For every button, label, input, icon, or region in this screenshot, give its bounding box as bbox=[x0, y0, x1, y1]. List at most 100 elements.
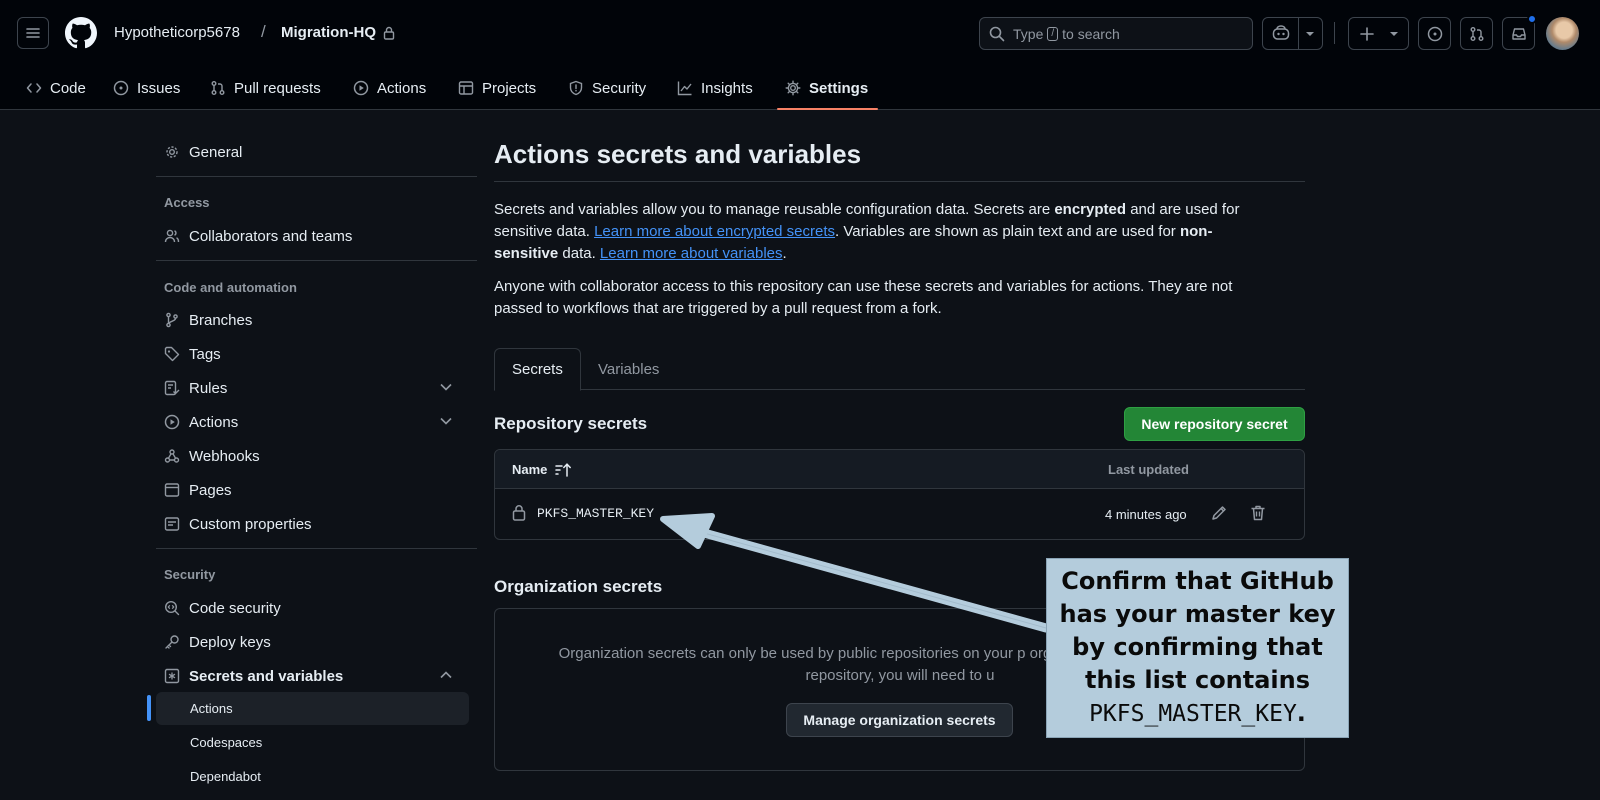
tab-actions[interactable]: Actions bbox=[353, 66, 426, 110]
tab-actions-label: Actions bbox=[377, 79, 427, 97]
tab-secrets[interactable]: Secrets bbox=[494, 348, 581, 391]
sidebar-item-custom-properties[interactable]: Custom properties bbox=[164, 510, 470, 538]
tab-code[interactable]: Code bbox=[26, 66, 86, 110]
table-icon bbox=[458, 81, 474, 95]
chevron-down-icon[interactable] bbox=[440, 383, 452, 391]
repo-link[interactable]: Migration-HQ bbox=[281, 24, 376, 41]
title-divider bbox=[494, 181, 1305, 182]
tab-projects[interactable]: Projects bbox=[458, 66, 536, 110]
note-icon bbox=[164, 517, 180, 531]
trash-icon[interactable] bbox=[1249, 504, 1267, 522]
menu-button[interactable] bbox=[17, 17, 49, 49]
sidebar-item-code-security[interactable]: Code security bbox=[164, 594, 470, 622]
tab-insights[interactable]: Insights bbox=[677, 66, 753, 110]
tag-icon bbox=[164, 346, 180, 362]
sidebar-item-label: Collaborators and teams bbox=[189, 227, 353, 245]
sidebar-subitem-codespaces[interactable]: Codespaces bbox=[156, 726, 469, 759]
sidebar-item-branches[interactable]: Branches bbox=[164, 306, 470, 334]
shield-icon bbox=[569, 80, 583, 96]
people-icon bbox=[164, 229, 180, 243]
gear-icon bbox=[166, 146, 178, 158]
secret-updated-time: 4 minutes ago bbox=[1105, 507, 1187, 522]
sidebar-item-general[interactable]: General bbox=[164, 138, 470, 166]
branch-icon bbox=[166, 312, 178, 328]
sidebar-item-label: Webhooks bbox=[189, 447, 260, 465]
sidebar-item-pages[interactable]: Pages bbox=[164, 476, 470, 504]
webhook-icon bbox=[164, 449, 180, 463]
name-column-header[interactable]: Name bbox=[512, 462, 573, 477]
github-logo-icon[interactable] bbox=[65, 17, 97, 49]
sidebar-item-label: Tags bbox=[189, 345, 221, 363]
graph-icon bbox=[677, 81, 692, 96]
sidebar-item-label: Custom properties bbox=[189, 515, 312, 533]
tab-pull-requests[interactable]: Pull requests bbox=[210, 66, 321, 110]
page-title: Actions secrets and variables bbox=[494, 139, 862, 169]
inbox-icon bbox=[1511, 27, 1526, 40]
tab-security[interactable]: Security bbox=[568, 66, 646, 110]
sidebar-item-webhooks[interactable]: Webhooks bbox=[164, 442, 470, 470]
new-repository-secret-button[interactable]: New repository secret bbox=[1124, 407, 1305, 441]
learn-secrets-link[interactable]: Learn more about encrypted secrets bbox=[594, 223, 835, 240]
search-placeholder-pre: Type bbox=[1013, 26, 1044, 42]
learn-variables-link[interactable]: Learn more about variables bbox=[600, 245, 783, 262]
sidebar-item-deploy-keys[interactable]: Deploy keys bbox=[164, 628, 470, 656]
sidebar-item-secrets-and-variables[interactable]: Secrets and variables bbox=[164, 662, 470, 690]
key-icon bbox=[165, 635, 179, 649]
pull-requests-shortcut-button[interactable] bbox=[1460, 17, 1493, 50]
access-note: Anyone with collaborator access to this … bbox=[494, 278, 1233, 317]
sidebar-divider bbox=[156, 260, 477, 261]
code-icon bbox=[26, 83, 42, 93]
chevron-down-icon[interactable] bbox=[440, 417, 452, 425]
chevron-down-icon[interactable] bbox=[1305, 31, 1315, 37]
private-lock-icon bbox=[383, 26, 395, 40]
owner-link[interactable]: Hypotheticorp5678 bbox=[114, 24, 240, 41]
tab-settings-label: Settings bbox=[809, 79, 869, 97]
tab-projects-label: Projects bbox=[482, 79, 537, 97]
intro-text: Secrets and variables allow you to manag… bbox=[494, 201, 1055, 218]
pencil-icon[interactable] bbox=[1210, 504, 1228, 522]
create-new-button[interactable] bbox=[1348, 17, 1409, 50]
chevron-up-icon[interactable] bbox=[440, 671, 452, 679]
search-shortcut-key: / bbox=[1047, 27, 1059, 41]
path-separator: / bbox=[261, 22, 266, 41]
search-input[interactable]: Type / to search bbox=[979, 17, 1253, 50]
header-divider bbox=[1334, 22, 1335, 44]
sidebar-item-label: Code security bbox=[189, 599, 281, 617]
top-bar: Hypotheticorp5678 / Migration-HQ Type / … bbox=[0, 0, 1600, 66]
sidebar-subitem-dependabot[interactable]: Dependabot bbox=[156, 760, 469, 793]
sidebar-item-collaborators[interactable]: Collaborators and teams bbox=[164, 222, 470, 250]
sidebar-item-actions[interactable]: Actions bbox=[164, 408, 470, 436]
last-updated-column-header: Last updated bbox=[1108, 462, 1189, 477]
copilot-icon bbox=[1272, 25, 1290, 41]
sidebar-item-tags[interactable]: Tags bbox=[164, 340, 470, 368]
sidebar-divider bbox=[156, 548, 477, 549]
codescan-icon bbox=[164, 600, 180, 616]
tab-issues[interactable]: Issues bbox=[113, 66, 180, 110]
search-icon bbox=[989, 26, 1005, 42]
search-placeholder-post: to search bbox=[1062, 26, 1120, 42]
annotation-period: . bbox=[1296, 699, 1306, 727]
sidebar-item-label: Pages bbox=[189, 481, 232, 499]
issue-icon bbox=[1427, 26, 1442, 41]
annotation-code: PKFS_MASTER_KEY bbox=[1089, 701, 1297, 727]
sidebar-divider bbox=[156, 176, 477, 177]
sidebar-item-rules[interactable]: Rules bbox=[164, 374, 470, 402]
copilot-button[interactable] bbox=[1262, 17, 1323, 50]
tab-variables[interactable]: Variables bbox=[581, 348, 676, 390]
pull-request-icon bbox=[1470, 26, 1483, 41]
name-column-label: Name bbox=[512, 462, 548, 477]
sidebar-item-label: Rules bbox=[189, 379, 228, 397]
issues-shortcut-button[interactable] bbox=[1418, 17, 1451, 50]
manage-organization-secrets-button[interactable]: Manage organization secrets bbox=[786, 703, 1013, 737]
repository-secrets-table: Name Last updated PKFS_MASTER_KEY 4 minu… bbox=[494, 449, 1305, 540]
hamburger-icon bbox=[26, 28, 40, 38]
intro-text: data. bbox=[558, 245, 600, 262]
browser-icon bbox=[164, 483, 180, 497]
rules-icon bbox=[164, 380, 180, 396]
tab-settings[interactable]: Settings bbox=[777, 66, 878, 110]
tab-issues-label: Issues bbox=[137, 79, 181, 97]
annotation-callout: Confirm that GitHub has your master key … bbox=[1046, 558, 1349, 738]
avatar[interactable] bbox=[1546, 17, 1579, 50]
sidebar-heading-security: Security bbox=[164, 567, 216, 582]
sidebar-subitem-actions[interactable]: Actions bbox=[156, 692, 469, 725]
